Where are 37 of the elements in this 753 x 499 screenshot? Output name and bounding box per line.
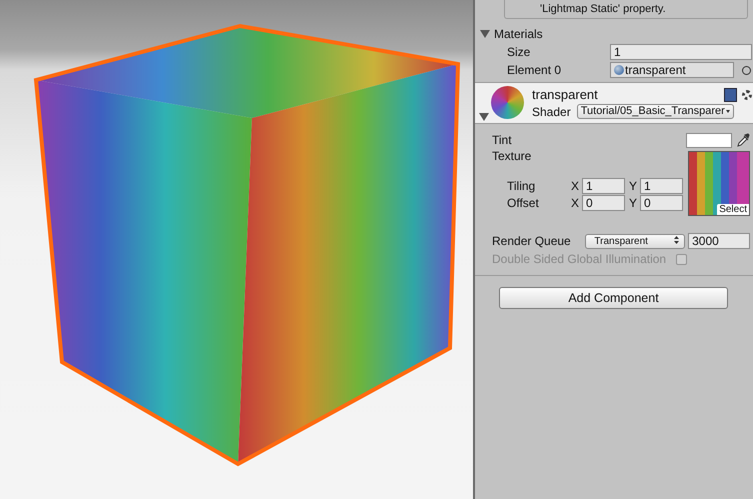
number-field[interactable]: 3000	[688, 233, 750, 249]
field-label: Offset	[507, 196, 540, 210]
axis-label: Y	[629, 178, 638, 192]
foldout-triangle-icon[interactable]	[480, 30, 490, 38]
axis-label: X	[571, 196, 580, 210]
field-label: Render Queue	[492, 234, 572, 248]
number-field[interactable]: 1	[582, 178, 625, 194]
number-field[interactable]: 1	[640, 178, 683, 194]
scene-viewport[interactable]	[0, 0, 473, 499]
add-component-button[interactable]: Add Component	[499, 287, 728, 309]
material-name: transparent	[532, 87, 599, 102]
render-queue-dropdown[interactable]: Transparent	[585, 234, 686, 248]
object-field[interactable]: transparent	[610, 62, 734, 78]
shader-dropdown[interactable]: Tutorial/05_Basic_Transparer	[576, 104, 734, 119]
select-button[interactable]: Select	[717, 204, 749, 215]
axis-label: X	[571, 178, 580, 192]
texture-thumbnail[interactable]: Select	[688, 151, 750, 216]
material-icon	[614, 65, 624, 75]
field-label: Shader	[532, 104, 571, 118]
field-label: Size	[507, 45, 532, 59]
field-label: Double Sided Global Illumination	[492, 252, 666, 266]
size-field[interactable]: 1	[610, 44, 752, 60]
axis-label: Y	[629, 196, 638, 210]
field-label: Tiling	[507, 178, 536, 192]
number-field[interactable]: 0	[582, 194, 625, 210]
number-field[interactable]: 0	[640, 194, 683, 210]
eyedropper-icon[interactable]	[737, 133, 750, 147]
object-picker-icon[interactable]	[742, 66, 751, 74]
field-label: Tint	[492, 133, 512, 147]
caret-icon	[726, 110, 730, 113]
field-label: Texture	[492, 148, 532, 165]
section-label: Materials	[494, 27, 543, 41]
foldout-triangle-icon[interactable]	[479, 113, 489, 121]
material-preview-sphere	[491, 86, 524, 119]
color-field[interactable]	[686, 132, 732, 148]
help-text: 'Lightmap Static' property.	[540, 2, 667, 16]
field-label: Element 0	[507, 63, 562, 77]
